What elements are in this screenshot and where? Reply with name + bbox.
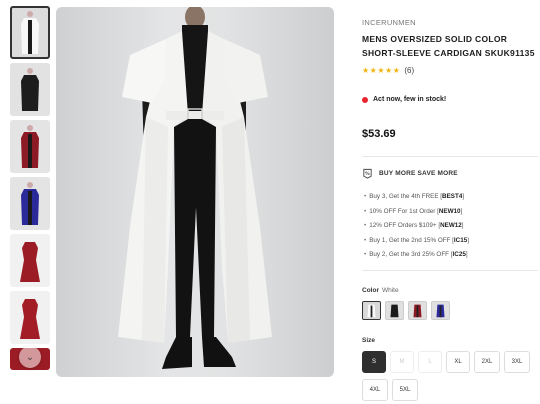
size-option-2xl[interactable]: 2XL <box>474 351 500 373</box>
swatch-blue[interactable] <box>431 301 450 320</box>
stock-notice-text: Act now, few in stock! <box>373 96 447 103</box>
size-option-l[interactable]: L <box>418 351 442 373</box>
swatch-white[interactable] <box>362 301 381 320</box>
red-dot-icon <box>362 96 368 103</box>
promo-list: Buy 3, Get the 4th FREE [BEST4] 10% OFF … <box>364 190 469 263</box>
product-rating[interactable]: ★★★★★ (6) <box>362 66 414 75</box>
chevron-down-icon[interactable]: ⌄ <box>19 346 41 368</box>
thumbnail-red-dress[interactable] <box>10 234 50 287</box>
review-count[interactable]: (6) <box>404 66 414 75</box>
promo-item: Buy 1, Get the 2nd 15% OFF [IC15] <box>364 234 469 249</box>
svg-text:%: % <box>365 171 370 177</box>
size-option-xl[interactable]: XL <box>446 351 470 373</box>
star-rating-icon: ★★★★★ <box>362 66 401 75</box>
thumbnail-black[interactable] <box>10 63 50 116</box>
discount-tag-icon: % <box>363 168 372 179</box>
size-options: S M L XL 2XL 3XL 4XL 5XL <box>362 351 540 404</box>
size-option-s[interactable]: S <box>362 351 386 373</box>
stock-notice: Act now, few in stock! <box>362 96 446 103</box>
thumbnail-red[interactable] <box>10 120 50 173</box>
size-option-4xl[interactable]: 4XL <box>362 379 388 401</box>
swatch-red[interactable] <box>408 301 427 320</box>
thumbnail-strip <box>10 6 50 374</box>
product-price: $53.69 <box>362 128 396 140</box>
swatch-black[interactable] <box>385 301 404 320</box>
size-option-m[interactable]: M <box>390 351 414 373</box>
color-swatches <box>362 301 454 320</box>
promo-item: 10% OFF For 1st Order [NEW10] <box>364 205 469 220</box>
size-option-3xl[interactable]: 3XL <box>504 351 530 373</box>
thumbnail-red-dress-back[interactable] <box>10 291 50 344</box>
main-product-image <box>56 7 334 377</box>
promo-code: NEW12 <box>440 222 462 230</box>
promo-code: IC15 <box>453 236 468 244</box>
promo-item: Buy 2, Get the 3rd 25% OFF [IC25] <box>364 248 469 263</box>
thumbnail-blue[interactable] <box>10 177 50 230</box>
size-option-5xl[interactable]: 5XL <box>392 379 418 401</box>
promo-code: BEST4 <box>442 193 463 200</box>
promo-heading: % BUY MORE SAVE MORE <box>362 168 458 179</box>
color-label: Color White <box>362 287 399 294</box>
divider <box>362 270 538 271</box>
promo-code: NEW10 <box>438 207 461 215</box>
thumbnail-white-front[interactable] <box>10 6 50 59</box>
product-title: MENS OVERSIZED SOLID COLOR SHORT-SLEEVE … <box>362 34 535 58</box>
promo-code: IC25 <box>452 251 466 259</box>
brand-name[interactable]: INCERUNMEN <box>362 18 416 27</box>
size-label: Size <box>362 337 376 344</box>
divider <box>362 156 538 157</box>
promo-heading-text: BUY MORE SAVE MORE <box>379 170 458 177</box>
promo-item: 12% OFF Orders $109+ [NEW12] <box>364 219 469 234</box>
selected-color: White <box>381 287 399 294</box>
promo-item: Buy 3, Get the 4th FREE [BEST4] <box>364 190 469 205</box>
